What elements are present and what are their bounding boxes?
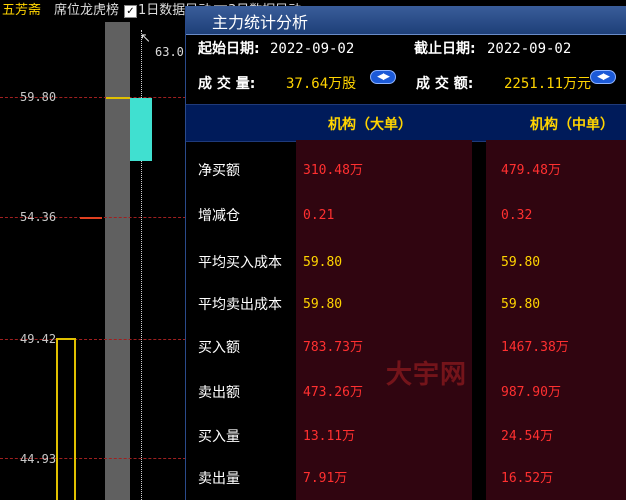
table-row: 平均卖出成本 59.80 59.80 — [186, 290, 626, 320]
table-row: 卖出量 7.91万 16.52万 — [186, 464, 626, 494]
dialog-titlebar[interactable]: 主力统计分析 — [186, 6, 626, 35]
row-label: 净买额 — [198, 163, 240, 179]
row-label: 平均卖出成本 — [198, 297, 282, 313]
row-value-large: 7.91万 — [303, 471, 348, 486]
row-value-large: 783.73万 — [303, 340, 363, 355]
row-value-large: 473.26万 — [303, 385, 363, 400]
checkbox-1day-anomaly[interactable]: ✓ — [124, 5, 137, 18]
row-label: 卖出额 — [198, 385, 240, 401]
row-value-medium: 59.80 — [501, 255, 541, 270]
row-value-large: 310.48万 — [303, 163, 363, 178]
row-value-medium: 16.52万 — [501, 471, 554, 486]
amount-label: 成 交 额: — [416, 76, 474, 92]
row-value-medium: 479.48万 — [501, 163, 561, 178]
end-date-label: 截止日期: — [414, 41, 476, 57]
price-axis-label: 49.42 — [20, 332, 57, 346]
row-value-medium: 24.54万 — [501, 429, 554, 444]
end-date-value[interactable]: 2022-09-02 — [487, 35, 571, 63]
row-value-medium: 59.80 — [501, 297, 541, 312]
row-label: 平均买入成本 — [198, 255, 282, 271]
row-value-large: 13.11万 — [303, 429, 356, 444]
volume-row: 成 交 量: 37.64万股 成 交 额: 2251.11万元 — [186, 70, 626, 98]
price-axis-label: 59.80 — [20, 90, 57, 104]
row-label: 买入量 — [198, 429, 240, 445]
price-axis-label: 44.93 — [20, 452, 57, 466]
candle-previous — [56, 338, 76, 500]
row-value-large: 59.80 — [303, 297, 343, 312]
stock-name: 五芳斋 — [2, 3, 42, 18]
price-axis-label: 54.36 — [20, 210, 57, 224]
arrow-icon: ↖ — [140, 31, 151, 46]
row-value-large: 0.21 — [303, 208, 335, 223]
row-value-medium: 0.32 — [501, 208, 533, 223]
main-force-stats-dialog: 主力统计分析 起始日期: 2022-09-02 ◀▶ 截止日期: 2022-09… — [185, 6, 626, 500]
row-label: 增减仓 — [198, 208, 240, 224]
candle-body[interactable] — [130, 98, 152, 161]
table-row: 买入量 13.11万 24.54万 — [186, 422, 626, 452]
table-row: 净买额 310.48万 479.48万 — [186, 156, 626, 186]
volume-label: 成 交 量: — [198, 76, 256, 92]
seat-ranking-link[interactable]: 席位龙虎榜 — [54, 0, 119, 22]
row-value-large: 59.80 — [303, 255, 343, 270]
date-row: 起始日期: 2022-09-02 ◀▶ 截止日期: 2022-09-02 ◀▶ — [186, 35, 626, 84]
high-price-label: 63.0 — [155, 45, 184, 59]
row-label: 买入额 — [198, 340, 240, 356]
price-mark — [80, 217, 102, 219]
amount-value: 2251.11万元 — [504, 76, 592, 92]
watermark-logo: 大宇网 — [386, 360, 468, 390]
start-date-value[interactable]: 2022-09-02 — [270, 35, 354, 63]
dialog-title: 主力统计分析 — [212, 13, 309, 32]
table-row: 增减仓 0.21 0.32 — [186, 201, 626, 231]
table-header: 机构（大单） 机构（中单） — [186, 104, 626, 142]
col-header-large-order: 机构（大单） — [328, 117, 412, 133]
row-value-medium: 987.90万 — [501, 385, 561, 400]
prev-close-mark — [106, 97, 130, 99]
volume-value: 37.64万股 — [286, 76, 357, 92]
start-date-label: 起始日期: — [198, 41, 260, 57]
selected-day-highlight — [105, 22, 130, 500]
col-header-medium-order: 机构（中单） — [530, 117, 614, 133]
row-value-medium: 1467.38万 — [501, 340, 569, 355]
table-row: 平均买入成本 59.80 59.80 — [186, 248, 626, 278]
row-label: 卖出量 — [198, 471, 240, 487]
